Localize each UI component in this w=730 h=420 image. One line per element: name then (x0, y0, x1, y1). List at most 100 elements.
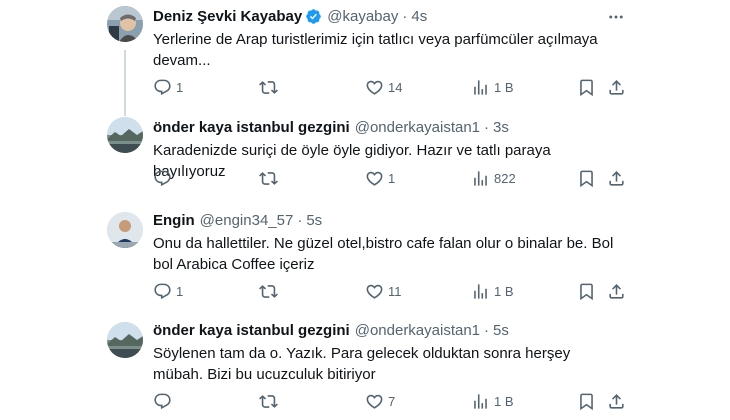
avatar-onder[interactable] (107, 117, 143, 153)
timestamp[interactable]: 3s (493, 119, 509, 136)
reply-icon (153, 392, 172, 411)
views-button[interactable]: 822 (471, 167, 516, 189)
share-icon (607, 392, 626, 411)
views-count: 822 (494, 170, 516, 186)
avatar-deniz[interactable] (107, 6, 143, 42)
heart-icon (365, 169, 384, 188)
avatar-image (107, 6, 143, 42)
tweet-header: Engin @engin34_57 · 5s (153, 212, 322, 229)
separator-dot: · (484, 322, 490, 339)
separator-dot: · (297, 212, 303, 229)
display-name[interactable]: önder kaya istanbul gezgini (153, 322, 350, 339)
reply-icon (153, 78, 172, 97)
retweet-icon (259, 169, 278, 188)
like-button[interactable]: 14 (365, 76, 402, 98)
avatar-image (107, 322, 143, 358)
views-icon (471, 392, 490, 411)
share-button[interactable] (607, 390, 626, 412)
like-button[interactable]: 11 (365, 280, 402, 302)
display-name[interactable]: Engin (153, 212, 195, 229)
more-options-button[interactable] (604, 8, 628, 26)
share-icon (607, 78, 626, 97)
handle[interactable]: @kayabay (327, 8, 398, 25)
tweet-4[interactable]: önder kaya istanbul gezgini @onderkayais… (0, 310, 730, 420)
heart-icon (365, 392, 384, 411)
tweet-header: önder kaya istanbul gezgini @onderkayais… (153, 119, 509, 136)
tweet-1[interactable]: Deniz Şevki Kayabay @kayabay · 4s Yerler… (0, 0, 730, 105)
tweet-actions: 7 1 B (153, 390, 633, 412)
handle[interactable]: @engin34_57 (200, 212, 294, 229)
retweet-icon (259, 78, 278, 97)
retweet-button[interactable] (259, 76, 282, 98)
reply-icon (153, 169, 172, 188)
reply-count: 1 (176, 283, 184, 299)
share-icon (607, 282, 626, 301)
like-count: 11 (388, 283, 402, 299)
display-name[interactable]: Deniz Şevki Kayabay (153, 8, 302, 25)
share-button[interactable] (607, 167, 626, 189)
views-count: 1 B (494, 393, 514, 409)
bookmark-icon (577, 78, 596, 97)
bookmark-button[interactable] (577, 280, 596, 302)
share-button[interactable] (607, 280, 626, 302)
views-button[interactable]: 1 B (471, 280, 514, 302)
separator-dot: · (402, 8, 408, 25)
handle[interactable]: @onderkayaistan1 (355, 119, 480, 136)
handle[interactable]: @onderkayaistan1 (355, 322, 480, 339)
verified-badge-icon (305, 8, 322, 25)
reply-button[interactable] (153, 167, 176, 189)
bookmark-icon (577, 282, 596, 301)
like-count: 1 (388, 170, 396, 186)
views-icon (471, 169, 490, 188)
retweet-icon (259, 392, 278, 411)
tweet-2[interactable]: önder kaya istanbul gezgini @onderkayais… (0, 105, 730, 200)
retweet-button[interactable] (259, 390, 282, 412)
display-name[interactable]: önder kaya istanbul gezgini (153, 119, 350, 136)
views-button[interactable]: 1 B (471, 390, 514, 412)
more-icon (604, 8, 628, 26)
reply-button[interactable]: 1 (153, 280, 183, 302)
reply-button[interactable] (153, 390, 176, 412)
reply-count: 1 (176, 79, 184, 95)
retweet-button[interactable] (259, 280, 282, 302)
retweet-button[interactable] (259, 167, 282, 189)
tweet-header: önder kaya istanbul gezgini @onderkayais… (153, 322, 509, 339)
like-button[interactable]: 7 (365, 390, 395, 412)
timestamp[interactable]: 5s (306, 212, 322, 229)
views-icon (471, 78, 490, 97)
like-count: 14 (388, 79, 403, 95)
avatar-onder[interactable] (107, 322, 143, 358)
heart-icon (365, 78, 384, 97)
reply-icon (153, 282, 172, 301)
separator-dot: · (484, 119, 490, 136)
retweet-icon (259, 282, 278, 301)
views-icon (471, 282, 490, 301)
tweet-header: Deniz Şevki Kayabay @kayabay · 4s (153, 8, 427, 25)
avatar-image (107, 212, 143, 248)
tweet-text: Yerlerine de Arap turistlerimiz için tat… (153, 31, 598, 69)
bookmark-icon (577, 392, 596, 411)
tweet-actions: 1 14 1 B (153, 76, 633, 98)
like-count: 7 (388, 393, 396, 409)
views-button[interactable]: 1 B (471, 76, 514, 98)
bookmark-button[interactable] (577, 76, 596, 98)
tweet-actions: 1 822 (153, 167, 633, 189)
avatar-engin[interactable] (107, 212, 143, 248)
timestamp[interactable]: 4s (411, 8, 427, 25)
heart-icon (365, 282, 384, 301)
tweet-3[interactable]: Engin @engin34_57 · 5s Onu da hallettile… (0, 200, 730, 310)
views-count: 1 B (494, 79, 514, 95)
avatar-image (107, 117, 143, 153)
tweet-actions: 1 11 1 B (153, 280, 633, 302)
share-button[interactable] (607, 76, 626, 98)
bookmark-button[interactable] (577, 167, 596, 189)
share-icon (607, 169, 626, 188)
bookmark-button[interactable] (577, 390, 596, 412)
reply-button[interactable]: 1 (153, 76, 183, 98)
bookmark-icon (577, 169, 596, 188)
tweet-text: Söylenen tam da o. Yazık. Para gelecek o… (153, 345, 571, 383)
views-count: 1 B (494, 283, 514, 299)
like-button[interactable]: 1 (365, 167, 395, 189)
tweet-text: Onu da hallettiler. Ne güzel otel,bistro… (153, 235, 614, 273)
timestamp[interactable]: 5s (493, 322, 509, 339)
